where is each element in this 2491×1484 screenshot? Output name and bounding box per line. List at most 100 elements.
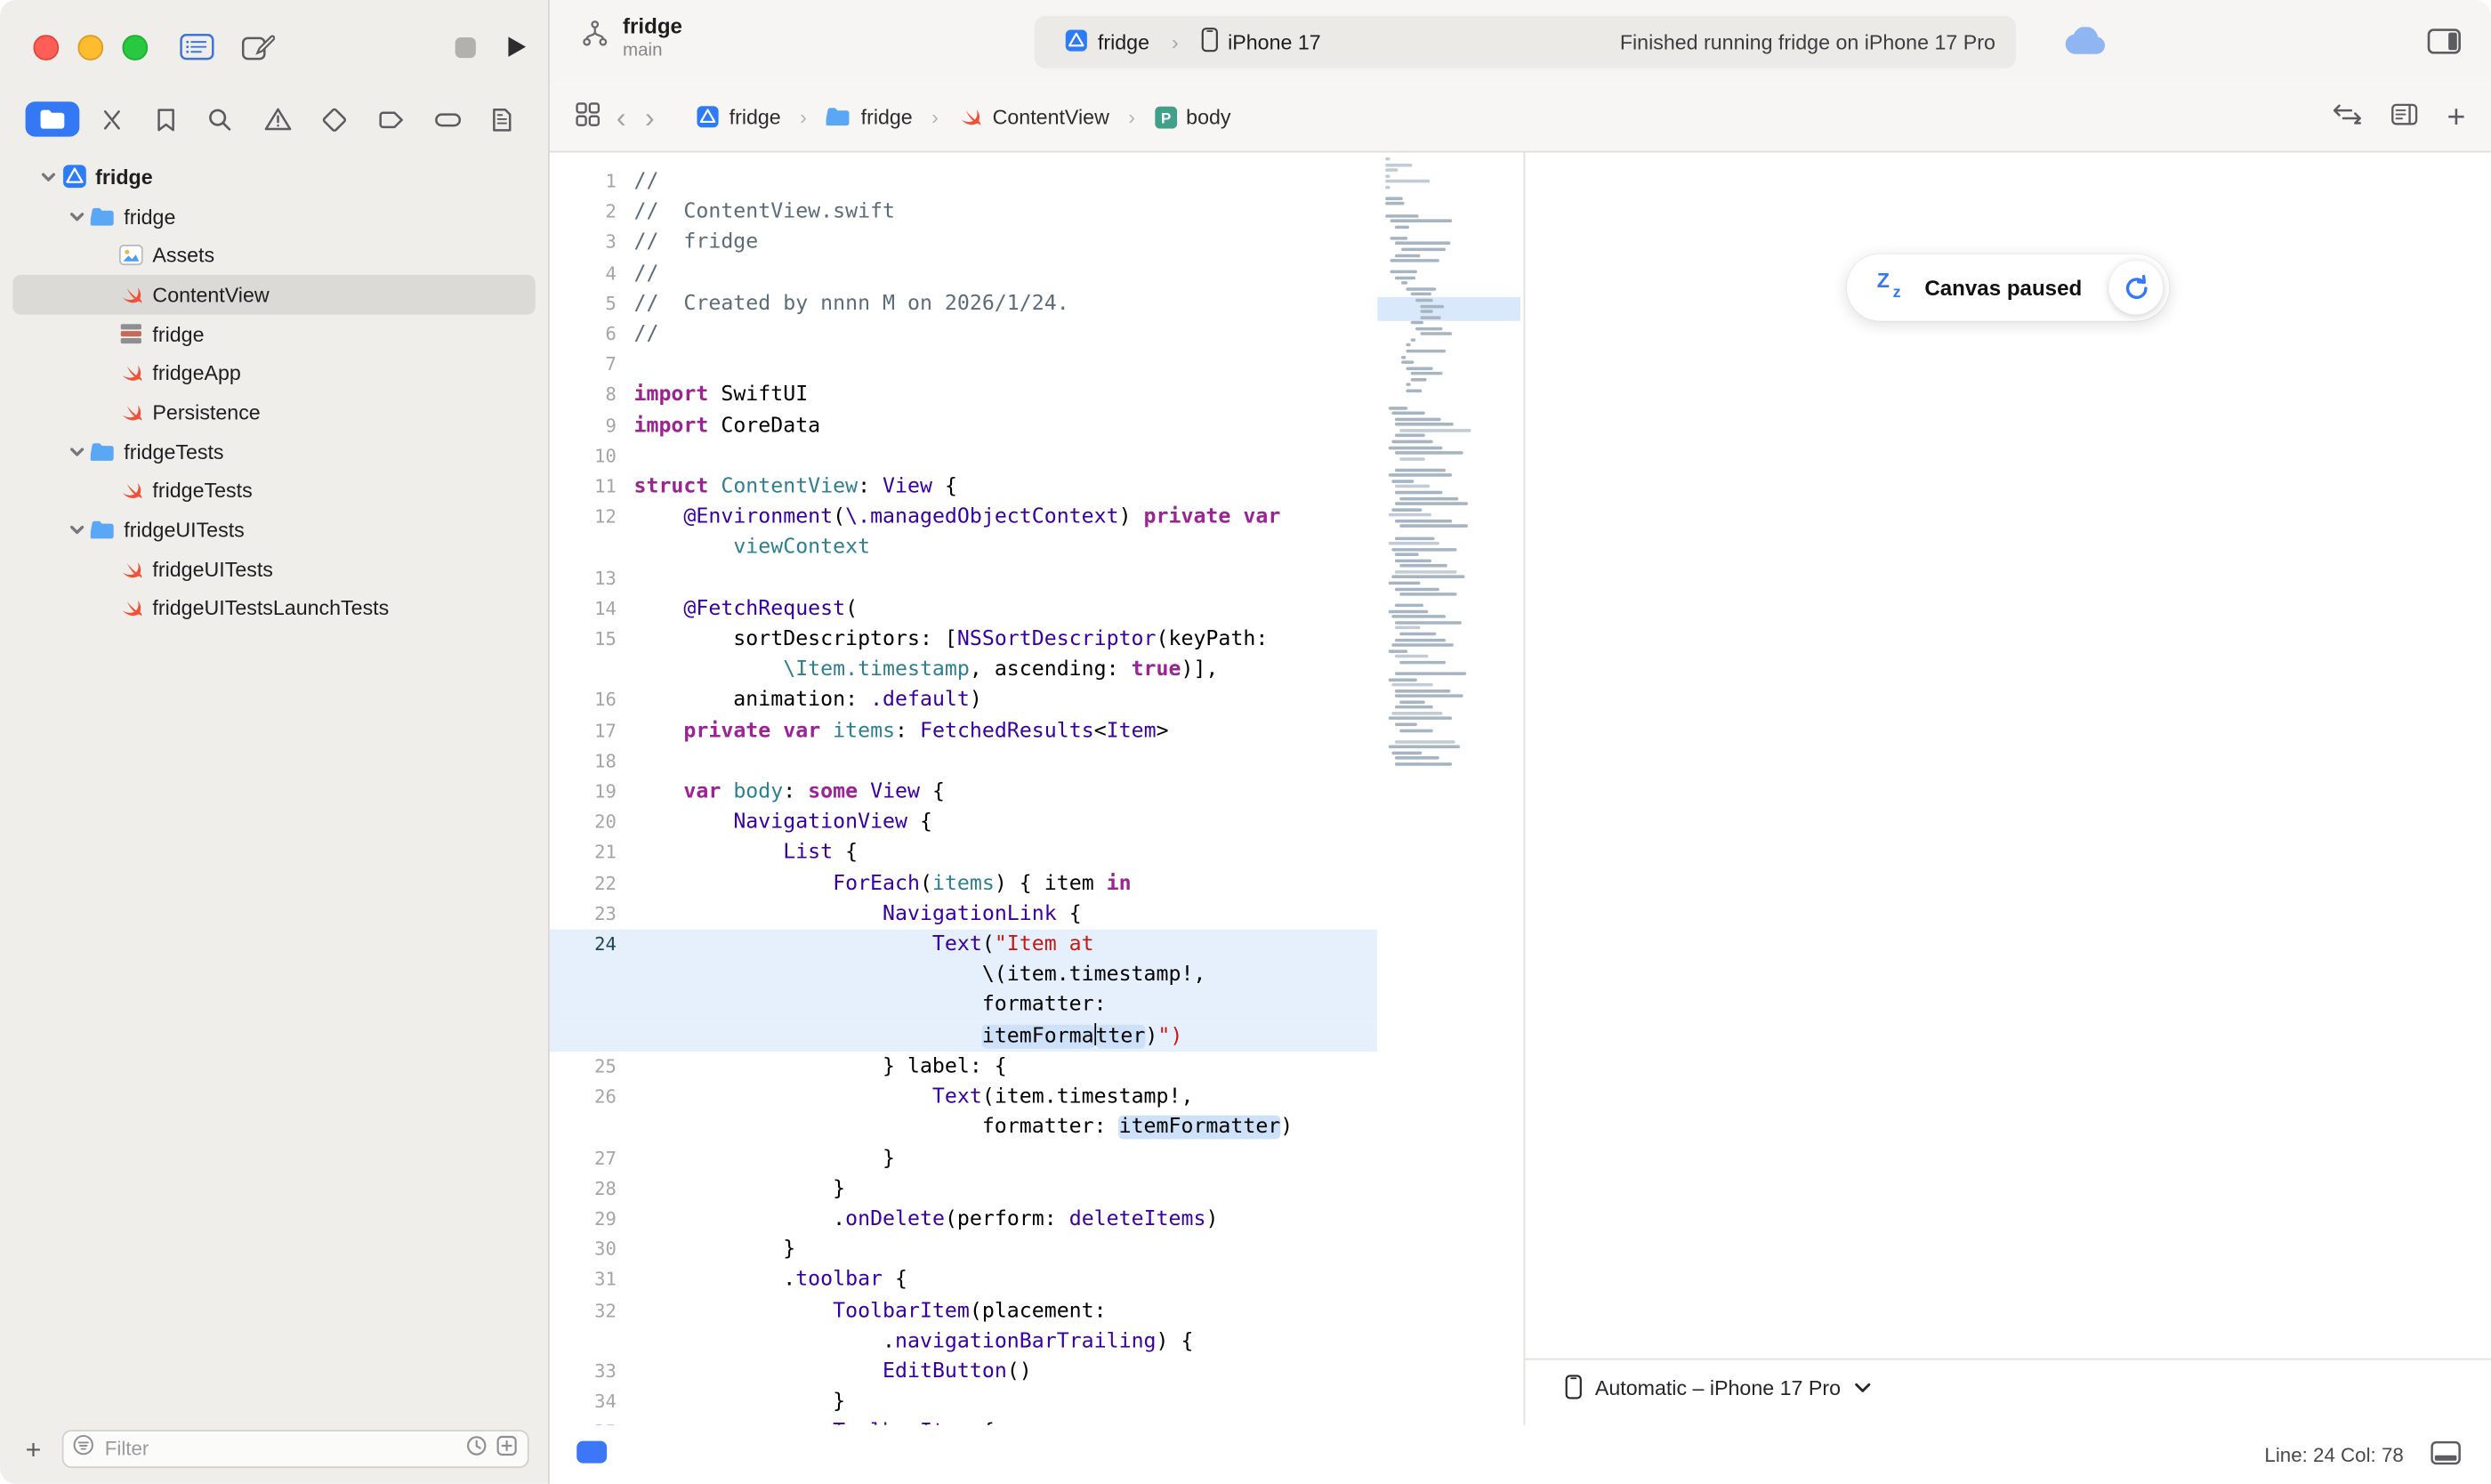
line-number[interactable]: [550, 1327, 634, 1357]
line-number[interactable]: [550, 990, 634, 1020]
navigator-tab-bookmarks[interactable]: [145, 101, 188, 137]
disclosure-chevron-icon[interactable]: [63, 521, 90, 539]
code-line[interactable]: 28 }: [550, 1173, 1377, 1204]
navigator-tab-debug[interactable]: [424, 104, 472, 134]
tree-item-fridgeTests[interactable]: fridgeTests: [12, 471, 536, 510]
code-line[interactable]: 6//: [550, 319, 1377, 350]
resume-canvas-button[interactable]: [2109, 261, 2164, 315]
line-number[interactable]: [550, 533, 634, 563]
line-number[interactable]: [550, 1021, 634, 1052]
code-line[interactable]: 7: [550, 350, 1377, 380]
breadcrumb-body[interactable]: Pbody: [1145, 103, 1241, 130]
filter-scope-icon[interactable]: [496, 1434, 518, 1464]
tree-item-fridgeApp[interactable]: fridgeApp: [12, 353, 536, 392]
code-line[interactable]: 20 NavigationView {: [550, 808, 1377, 838]
tree-item-fridgeUITestsLaunchTests[interactable]: fridgeUITestsLaunchTests: [12, 589, 536, 628]
code-line[interactable]: 19 var body: some View {: [550, 777, 1377, 807]
code-line[interactable]: 10: [550, 441, 1377, 472]
minimize-button[interactable]: [78, 35, 103, 60]
tree-item-fridgeUITests[interactable]: fridgeUITests: [12, 511, 536, 550]
line-number[interactable]: 24: [550, 930, 634, 960]
line-number[interactable]: 30: [550, 1235, 634, 1265]
close-button[interactable]: [34, 35, 59, 60]
line-number[interactable]: 25: [550, 1052, 634, 1082]
recents-clock-icon[interactable]: [465, 1434, 488, 1464]
editor-options-button[interactable]: [2391, 103, 2418, 130]
code-line[interactable]: itemFormatter)"): [550, 1021, 1377, 1052]
line-number[interactable]: 16: [550, 685, 634, 715]
add-button[interactable]: +: [19, 1435, 47, 1462]
xcode-cloud-button[interactable]: [2064, 27, 2107, 60]
line-number[interactable]: 31: [550, 1265, 634, 1295]
code-line[interactable]: 13: [550, 563, 1377, 593]
line-number[interactable]: 17: [550, 716, 634, 746]
line-number[interactable]: 20: [550, 808, 634, 838]
compose-editor-button[interactable]: [238, 30, 278, 70]
project-branch-block[interactable]: fridge main: [582, 12, 682, 61]
source-editor[interactable]: 1//2// ContentView.swift3// fridge4//5//…: [550, 152, 1524, 1424]
breadcrumb-fridge[interactable]: fridge: [686, 103, 790, 130]
minimap[interactable]: [1377, 152, 1523, 1424]
code-line[interactable]: .navigationBarTrailing) {: [550, 1327, 1377, 1357]
line-number[interactable]: 12: [550, 503, 634, 533]
code-line[interactable]: 24 Text("Item at: [550, 930, 1377, 960]
line-number[interactable]: 13: [550, 563, 634, 593]
line-number[interactable]: 18: [550, 746, 634, 777]
tree-item-Assets[interactable]: Assets: [12, 236, 536, 275]
run-destination-menu[interactable]: iPhone 17: [1191, 26, 1330, 60]
line-number[interactable]: 9: [550, 411, 634, 441]
line-number[interactable]: [550, 960, 634, 990]
line-number[interactable]: 28: [550, 1173, 634, 1204]
tree-item-fridgeTests[interactable]: fridgeTests: [12, 431, 536, 471]
code-line[interactable]: 1//: [550, 167, 1377, 198]
line-number[interactable]: 6: [550, 319, 634, 350]
debug-area-toggle-button[interactable]: [2431, 1440, 2461, 1469]
line-number[interactable]: 14: [550, 594, 634, 625]
zoom-button[interactable]: [123, 35, 148, 60]
line-number[interactable]: 22: [550, 868, 634, 899]
navigator-tab-breakpoints[interactable]: [367, 102, 415, 136]
line-number[interactable]: 8: [550, 381, 634, 411]
line-number[interactable]: [550, 655, 634, 685]
code-line[interactable]: 22 ForEach(items) { item in: [550, 868, 1377, 899]
line-number[interactable]: 32: [550, 1295, 634, 1326]
code-line[interactable]: 14 @FetchRequest(: [550, 594, 1377, 625]
code-line[interactable]: 29 .onDelete(perform: deleteItems): [550, 1204, 1377, 1234]
code-line[interactable]: 23 NavigationLink {: [550, 899, 1377, 929]
navigator-tab-source-control[interactable]: [89, 101, 135, 137]
line-number[interactable]: 34: [550, 1387, 634, 1417]
code-line[interactable]: 2// ContentView.swift: [550, 198, 1377, 228]
disclosure-chevron-icon[interactable]: [63, 207, 90, 225]
tree-item-Persistence[interactable]: Persistence: [12, 392, 536, 431]
code-line[interactable]: 17 private var items: FetchedResults<Ite…: [550, 716, 1377, 746]
back-button[interactable]: ‹: [613, 102, 629, 131]
line-number[interactable]: 26: [550, 1082, 634, 1112]
code-line[interactable]: 4//: [550, 258, 1377, 288]
forward-button[interactable]: ›: [641, 102, 657, 131]
code-line[interactable]: 33 EditButton(): [550, 1357, 1377, 1387]
tree-item-fridge[interactable]: fridge: [12, 157, 536, 197]
line-number[interactable]: 10: [550, 441, 634, 472]
code-line[interactable]: 34 }: [550, 1387, 1377, 1417]
disclosure-chevron-icon[interactable]: [35, 168, 61, 186]
navigator-tab-issues[interactable]: [254, 101, 302, 136]
navigator-tab-reports[interactable]: [481, 101, 522, 137]
code-line[interactable]: 18: [550, 746, 1377, 777]
inspector-toggle-button[interactable]: [2428, 28, 2462, 59]
code-line[interactable]: 3// fridge: [550, 228, 1377, 258]
code-line[interactable]: 25 } label: {: [550, 1052, 1377, 1082]
add-editor-button[interactable]: +: [2447, 101, 2466, 133]
code-line[interactable]: 16 animation: .default): [550, 685, 1377, 715]
code-line[interactable]: 9import CoreData: [550, 411, 1377, 441]
related-items-button[interactable]: [575, 101, 601, 132]
breadcrumb-fridge[interactable]: fridge: [817, 103, 923, 130]
breadcrumb-ContentView[interactable]: ContentView: [948, 103, 1119, 130]
code-line[interactable]: formatter: itemFormatter): [550, 1113, 1377, 1143]
line-number[interactable]: 3: [550, 228, 634, 258]
bottom-blue-indicator[interactable]: [576, 1441, 607, 1464]
navigator-tab-tests[interactable]: [310, 101, 357, 137]
code-line[interactable]: 35 ToolbarItem {: [550, 1417, 1377, 1424]
line-number[interactable]: 27: [550, 1143, 634, 1173]
code-line[interactable]: formatter:: [550, 990, 1377, 1020]
scheme-menu[interactable]: fridge: [1055, 26, 1159, 58]
